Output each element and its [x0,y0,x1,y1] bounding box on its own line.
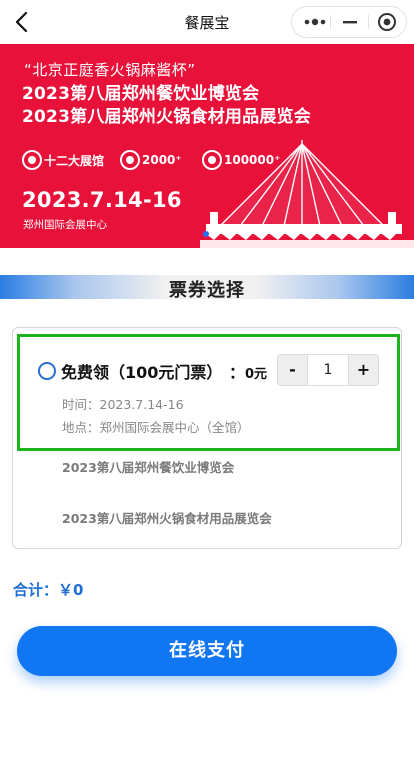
target-close-icon [378,13,396,31]
place-value: 郑州国际会展中心（全馆） [99,420,250,435]
exhibition-item: 2023第八届郑州餐饮业博览会 [62,460,235,475]
quantity-input[interactable] [308,355,348,385]
ticket-section-header: 票券选择 [0,275,414,301]
banner-badge: 十二大展馆 [22,150,104,176]
ticket-name: 免费领（100元门票） [61,363,223,382]
event-banner[interactable]: “北京正庭香火锅麻酱杯” 2023第八届郑州餐饮业博览会 2023第八届郑州火锅… [0,44,414,248]
ticket-radio[interactable] [38,362,56,380]
pay-online-button[interactable]: 在线支付 [17,626,397,676]
section-title: 票券选择 [169,280,245,301]
time-value: 2023.7.14-16 [99,397,184,412]
minimize-icon [343,21,357,24]
time-label: 时间： [62,397,100,412]
navbar: 餐展宝 [0,0,414,44]
ticket-place: 地点：郑州国际会展中心（全馆） [62,417,250,436]
back-button[interactable] [10,9,36,35]
more-dots-icon [304,18,326,26]
increase-button[interactable]: + [348,355,378,385]
close-miniprogram-button[interactable] [368,7,406,37]
minimize-button[interactable] [331,7,369,37]
total-value: ￥0 [58,581,84,599]
order-total: 合计：￥0 [13,579,83,600]
carousel-indicator-active[interactable] [203,231,209,237]
badge-icon [22,150,42,170]
more-button[interactable] [296,7,334,37]
banner-title-line: 2023第八届郑州火锅食材用品展览会 [22,107,311,127]
chevron-left-icon [15,11,28,33]
badge-icon [120,150,140,170]
ticket-price: 0元 [245,367,268,382]
total-label: 合计： [13,581,59,599]
ticket-option[interactable]: 免费领（100元门票） ： 0元 - + 时间：2023.7.14-16 地点：… [17,334,400,451]
place-label: 地点： [62,420,100,435]
decrease-button[interactable]: - [278,355,308,385]
banner-title-line: 2023第八届郑州餐饮业博览会 [22,84,260,104]
ticket-time: 时间：2023.7.14-16 [62,394,184,413]
ticket-panel: 免费领（100元门票） ： 0元 - + 时间：2023.7.14-16 地点：… [12,327,402,549]
banner-sponsor-line: “北京正庭香火锅麻酱杯” [24,61,196,79]
convention-center-illustration [200,140,414,248]
ticket-colon: ： [229,363,246,382]
banner-venue: 郑州国际会展中心 [23,219,107,231]
exhibition-item: 2023第八届郑州火锅食材用品展览会 [62,511,272,526]
miniprogram-capsule [291,6,407,38]
banner-date: 2023.7.14-16 [22,188,182,212]
quantity-stepper: - + [277,354,379,386]
banner-badge: 2000⁺ [120,150,182,176]
